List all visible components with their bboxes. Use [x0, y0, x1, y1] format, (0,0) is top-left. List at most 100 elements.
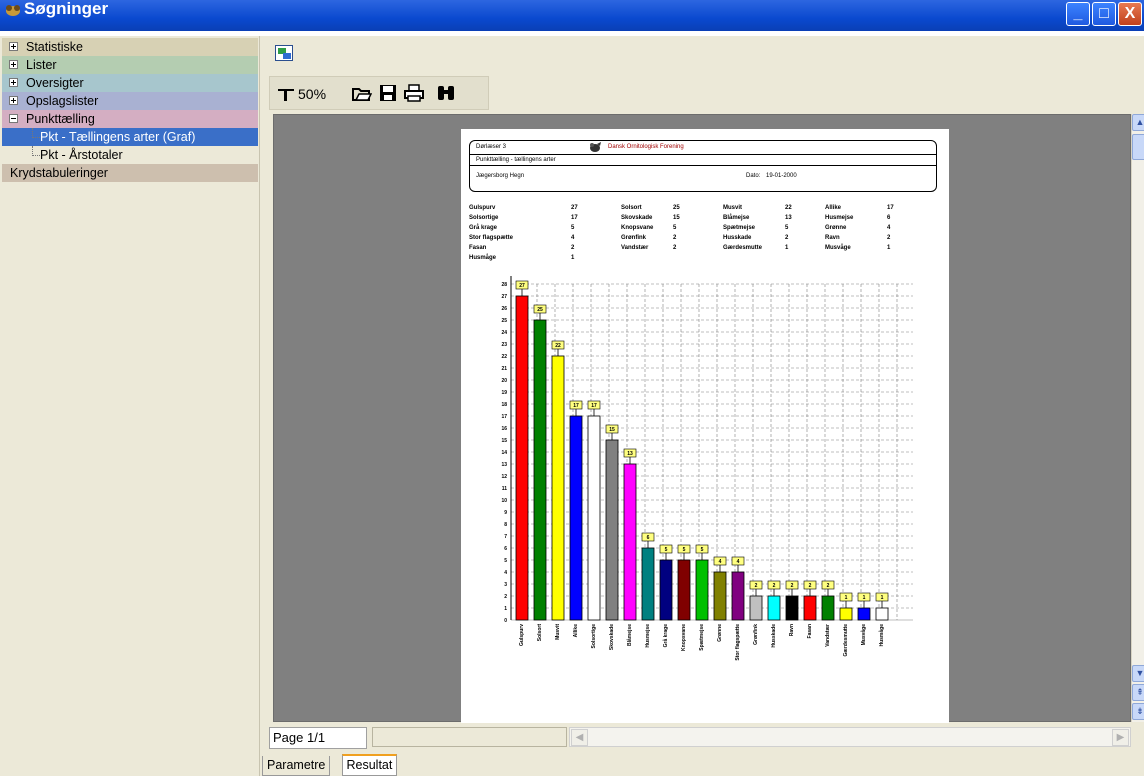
tree-item-pkt-tællingens-arter-graf[interactable]: Pkt - Tællingens arter (Graf)	[2, 128, 258, 146]
bar-ravn	[785, 595, 799, 621]
vertical-scrollbar[interactable]: ▲ ▼ ⇞ ⇟	[1131, 114, 1144, 722]
bar-blåmejse	[623, 463, 637, 621]
collapse-icon[interactable]	[9, 114, 18, 123]
bottom-tabs: Parametre Resultat	[262, 754, 562, 776]
bar-value-label: 27	[519, 283, 525, 289]
result-pane: 50% Dørlæser 3 Dansk Ornitologisk Foreni…	[262, 36, 1144, 776]
bar-value-label: 13	[627, 451, 633, 457]
y-tick-label: 2	[504, 594, 507, 600]
open-folder-icon[interactable]	[352, 84, 372, 102]
bar-husskade	[767, 595, 781, 621]
print-icon[interactable]	[404, 84, 424, 102]
zoom-icon[interactable]	[276, 84, 296, 102]
close-button[interactable]: X	[1118, 2, 1142, 26]
tree-item-pkt-årstotaler[interactable]: Pkt - Årstotaler	[2, 146, 258, 164]
x-tick-label: Ravn	[789, 624, 795, 636]
tree-item-label: Statistiske	[26, 40, 83, 54]
bar-value-label: 15	[609, 427, 615, 433]
species-bar-chart: 0123456789101112131415161718192021222324…	[501, 276, 913, 661]
x-tick-label: Grå krage	[662, 624, 669, 648]
expand-icon[interactable]	[9, 60, 18, 69]
y-tick-label: 24	[501, 330, 507, 336]
bar-skovskade	[605, 439, 619, 621]
tree-branch-line	[32, 146, 40, 156]
x-tick-label: Allike	[573, 624, 579, 638]
x-tick-label: Skovskade	[609, 624, 615, 650]
bar-value-label: 2	[755, 583, 758, 589]
y-tick-label: 16	[501, 426, 507, 432]
tree-item-opslagslister[interactable]: Opslagslister	[2, 92, 258, 110]
tree-item-oversigter[interactable]: Oversigter	[2, 74, 258, 92]
x-tick-label: Husmejse	[645, 624, 651, 648]
x-tick-label: Grønfink	[753, 624, 759, 645]
tree-item-label: Lister	[26, 58, 57, 72]
tree-item-lister[interactable]: Lister	[2, 56, 258, 74]
scroll-thumb[interactable]	[1132, 134, 1144, 160]
minimize-button[interactable]: _	[1066, 2, 1090, 26]
bar-husmejse	[641, 547, 655, 621]
maximize-icon: □	[1099, 5, 1109, 22]
y-tick-label: 10	[501, 498, 507, 504]
scroll-up-icon[interactable]: ▲	[1132, 114, 1144, 131]
scroll-right-icon[interactable]: ▶	[1112, 729, 1129, 746]
expand-icon[interactable]	[9, 42, 18, 51]
minimize-icon: _	[1073, 5, 1083, 22]
y-tick-label: 26	[501, 306, 507, 312]
y-tick-label: 1	[504, 606, 507, 612]
scroll-left-icon[interactable]: ◀	[571, 729, 588, 746]
x-tick-label: Knopsvane	[681, 624, 687, 651]
bar-value-label: 6	[647, 535, 650, 541]
binoculars-icon[interactable]	[436, 84, 456, 102]
x-tick-label: Fasan	[807, 624, 813, 638]
y-tick-label: 0	[504, 618, 507, 624]
expand-icon[interactable]	[9, 78, 18, 87]
x-tick-label: Spætmejse	[699, 624, 705, 651]
bar-spætmejse	[695, 559, 709, 621]
x-tick-label: Blåmejse	[626, 624, 633, 646]
bar-value-label: 4	[719, 559, 722, 565]
x-tick-label: Musvit	[555, 624, 561, 640]
bar-value-label: 5	[683, 547, 686, 553]
tab-parametre[interactable]: Parametre	[262, 756, 331, 776]
x-tick-label: Gærdesmutte	[843, 624, 849, 657]
bar-grå-krage	[659, 559, 673, 621]
y-tick-label: 21	[501, 366, 507, 372]
y-tick-label: 28	[501, 282, 507, 288]
tree-item-punkttælling[interactable]: Punkttælling	[2, 110, 258, 128]
x-tick-label: Stor flagspætte	[735, 624, 741, 661]
bar-grønne	[713, 571, 727, 621]
maximize-button[interactable]: □	[1092, 2, 1116, 26]
horizontal-scrollbar[interactable]: ◀ ▶	[569, 727, 1131, 747]
export-icon[interactable]	[275, 45, 293, 61]
tree-item-label: Punkttælling	[26, 112, 95, 126]
bar-value-label: 25	[537, 307, 543, 313]
save-icon[interactable]	[378, 84, 398, 102]
bar-value-label: 17	[591, 403, 597, 409]
page-up-icon[interactable]: ⇞	[1132, 684, 1144, 701]
bar-solsortige	[587, 415, 601, 621]
y-tick-label: 4	[504, 570, 507, 576]
tab-resultat[interactable]: Resultat	[341, 754, 398, 776]
tree-item-label: Oversigter	[26, 76, 84, 90]
page-down-icon[interactable]: ⇟	[1132, 703, 1144, 720]
tree-item-label: Opslagslister	[26, 94, 99, 108]
bar-allike	[569, 415, 583, 621]
zoom-level[interactable]: 50%	[298, 83, 326, 105]
y-tick-label: 14	[501, 450, 507, 456]
scroll-down-icon[interactable]: ▼	[1132, 665, 1144, 682]
y-tick-label: 27	[501, 294, 507, 300]
tree-item-label: Pkt - Årstotaler	[40, 148, 123, 162]
tree-item-krydstabuleringer[interactable]: Krydstabuleringer	[2, 164, 258, 182]
bar-solsort	[533, 319, 547, 621]
y-tick-label: 19	[501, 390, 507, 396]
y-tick-label: 9	[504, 510, 507, 516]
bar-fasan	[803, 595, 817, 621]
expand-icon[interactable]	[9, 96, 18, 105]
y-tick-label: 25	[501, 318, 507, 324]
y-tick-label: 3	[504, 582, 507, 588]
tree-item-statistiske[interactable]: Statistiske	[2, 38, 258, 56]
y-tick-label: 11	[502, 486, 508, 492]
bar-value-label: 17	[573, 403, 579, 409]
bar-husmåge	[875, 607, 889, 621]
bar-value-label: 5	[665, 547, 668, 553]
